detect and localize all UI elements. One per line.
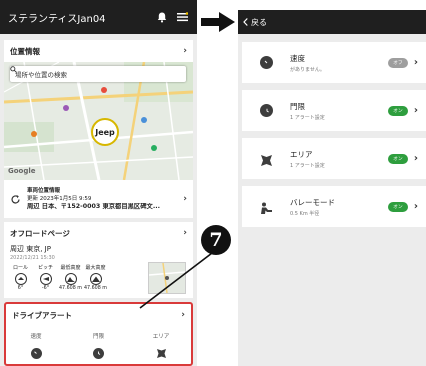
chevron-right-icon: › [183,228,187,238]
chevron-right-icon: › [413,153,418,164]
alert-title: バレーモード [290,197,335,207]
chevron-right-icon: › [413,105,418,116]
alert-label: エリア [152,334,170,340]
chevron-left-icon [243,18,248,26]
map-search-input[interactable]: 場所や位置の検索 [10,66,186,82]
gauge-value: 47.608 m [59,286,82,291]
offroad-minimap[interactable] [148,262,186,294]
offroad-card: オフロードページ › 周辺 東京, JP 2022/12/21 15:30 ロー… [4,222,193,298]
clock-icon [93,348,104,359]
vehicle-overview-screen: ステランティスJan04 位置情報 › 場所や位置の検索 Jeep Google… [0,0,197,366]
vehicle-position-title: 車両位置情報 [27,188,61,194]
pitch-icon [39,273,52,285]
toggle-on-badge[interactable]: オン [387,201,408,212]
back-label: 戻る [251,17,267,27]
valet-icon [260,200,273,214]
gauge-roll: ロール 6° [8,264,33,291]
app-title: ステランティスJan04 [8,13,106,25]
toggle-off-badge[interactable]: オフ [387,57,408,68]
gauge-value: 47.608 m [84,286,107,291]
alert-row-text: エリア 1 アラート設定 [290,149,388,169]
vehicle-position-address: 周辺 日本、〒152-0003 東京都目黒区碑文... [27,203,161,210]
back-button[interactable]: 戻る [243,17,267,28]
gauge-label: ロール [12,265,28,271]
gauge-value: 6° [17,286,24,291]
vehicle-position-row[interactable]: 車両位置情報 更新 2023年1月5日 9:59 周辺 日本、〒152-0003… [4,180,193,218]
alert-label: 門限 [92,334,104,340]
alert-row-speed[interactable]: 速度 がありません。 オフ › [242,42,426,83]
alert-row-curfew[interactable]: 門限 1 アラート設定 オン › [242,90,426,131]
location-section-header[interactable]: 位置情報 › [4,40,193,62]
alert-subtitle: 1 アラート設定 [290,162,325,169]
speedometer-icon [260,56,273,69]
drive-alert-items: 速度 門限 エリア [6,326,191,359]
callout-number-badge: 7 [201,225,231,255]
area-icon [156,348,167,359]
menu-icon[interactable] [175,10,189,24]
drive-alert-section-title: ドライブアラート [12,310,72,320]
offroad-section-header[interactable]: オフロードページ › [4,222,193,244]
alert-row-area[interactable]: エリア 1 アラート設定 オン › [242,138,426,179]
search-placeholder: 場所や位置の検索 [15,71,67,79]
alert-curfew[interactable]: 門限 [79,332,119,359]
chevron-right-icon: › [413,201,418,212]
jeep-logo: Jeep [95,127,115,137]
toggle-on-badge[interactable]: オン [387,105,408,116]
refresh-icon[interactable] [10,194,21,205]
roll-icon [14,273,27,285]
alert-title: エリア [290,149,313,159]
gauge-label: 最大高度 [85,265,106,271]
chevron-right-icon: › [413,57,418,68]
alert-subtitle: がありません。 [290,66,325,73]
alert-area[interactable]: エリア [141,332,181,359]
map-credit: Google [8,167,36,175]
chevron-right-icon: › [183,194,187,204]
callout-number: 7 [209,229,223,251]
top-bar: ステランティスJan04 [0,0,197,34]
drive-alert-settings-screen: 戻る 速度 がありません。 オフ › 門限 1 アラート設定 オン › エリア … [238,10,426,366]
bell-icon[interactable] [155,10,169,24]
drive-alert-card[interactable]: ドライブアラート › 速度 門限 エリア [4,302,193,366]
toggle-on-badge[interactable]: オン [387,153,408,164]
offroad-section-title: オフロードページ [10,228,70,238]
alert-row-valet[interactable]: バレーモード 0.5 Km 半径 オン › [242,186,426,227]
gauge-max-altitude: 最大高度 47.608 m [83,264,108,291]
vehicle-position-updated: 更新 2023年1月5日 9:59 [27,196,92,202]
gauge-label: ピッチ [37,265,53,271]
alert-speed[interactable]: 速度 [16,332,56,359]
location-card: 位置情報 › 場所や位置の検索 Jeep Google 車両位置情報 更新 20… [4,40,193,218]
speedometer-icon [30,348,42,359]
arrow-right-icon [201,12,235,32]
altitude-max-icon [89,273,102,285]
alert-label: 速度 [30,334,42,340]
gauge-value: -6° [41,286,50,291]
alert-subtitle: 1 アラート設定 [290,114,325,121]
offroad-location: 周辺 東京, JP [10,245,51,253]
alert-row-text: バレーモード 0.5 Km 半径 [290,197,388,217]
gauge-label: 最低高度 [60,265,81,271]
alert-title: 門限 [290,101,305,111]
vehicle-map-marker[interactable]: Jeep [91,118,119,146]
top-bar: 戻る [238,10,426,34]
altitude-min-icon [64,273,77,285]
alert-row-text: 速度 がありません。 [290,53,388,73]
alert-row-text: 門限 1 アラート設定 [290,101,388,121]
area-icon [260,152,273,166]
vehicle-position-text: 車両位置情報 更新 2023年1月5日 9:59 周辺 日本、〒152-0003… [27,187,183,211]
gauge-min-altitude: 最低高度 47.608 m [58,264,83,291]
gauge-pitch: ピッチ -6° [33,264,58,291]
drive-alert-section-header[interactable]: ドライブアラート › [6,304,191,326]
map-view[interactable]: 場所や位置の検索 Jeep Google [4,62,193,180]
alert-subtitle: 0.5 Km 半径 [290,210,320,217]
chevron-right-icon: › [181,310,185,320]
chevron-right-icon: › [183,46,187,56]
search-icon [10,66,17,73]
location-section-title: 位置情報 [10,46,40,56]
alert-title: 速度 [290,53,305,63]
clock-icon [260,104,273,117]
